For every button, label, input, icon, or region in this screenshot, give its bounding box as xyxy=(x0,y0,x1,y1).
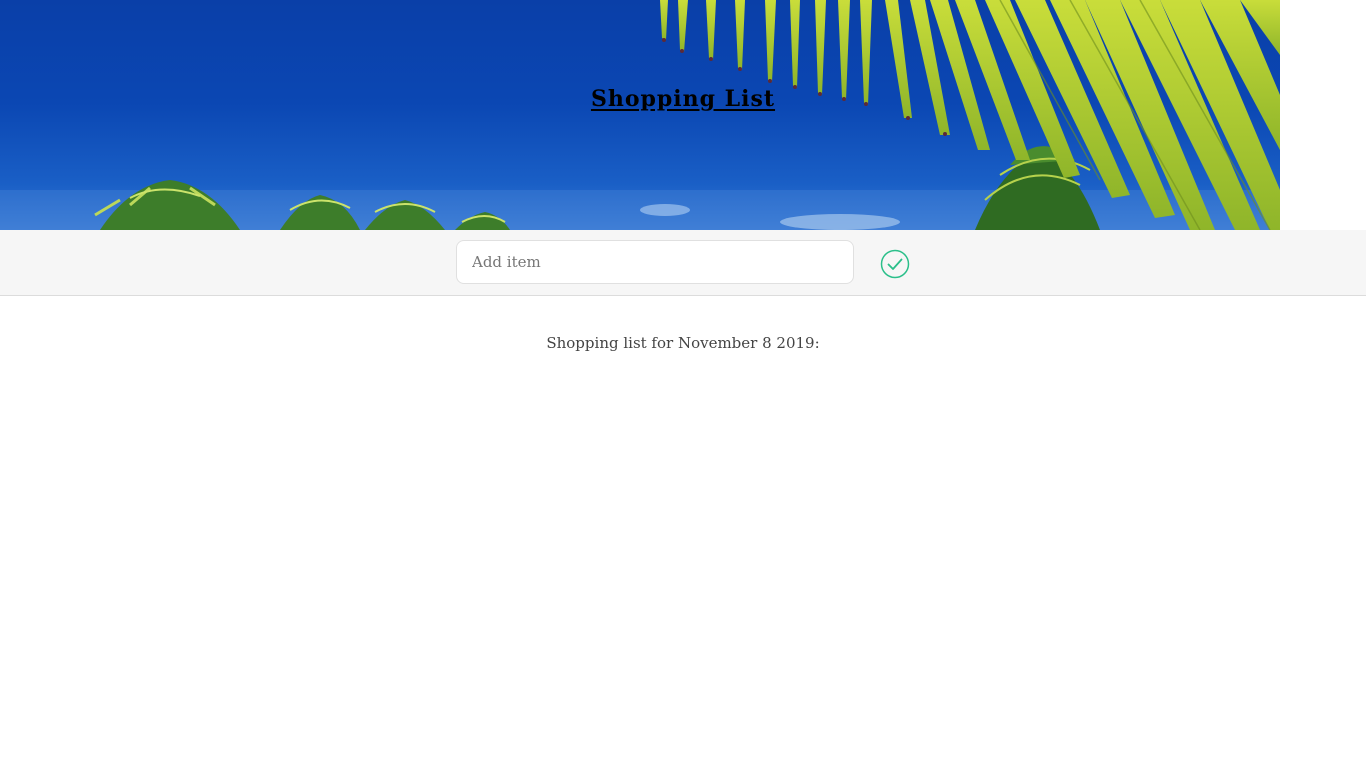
add-item-input[interactable] xyxy=(456,240,854,284)
page-title[interactable]: Shopping List xyxy=(0,86,1366,112)
page: Shopping List Shopping list for November… xyxy=(0,0,1366,768)
banner-edge xyxy=(1280,0,1366,230)
header-banner xyxy=(0,0,1280,230)
add-item-toolbar xyxy=(0,230,1366,296)
check-circle-icon xyxy=(880,249,910,279)
add-item-submit-button[interactable] xyxy=(880,249,910,279)
palm-tree-background-image xyxy=(0,0,1280,230)
shopping-list-heading: Shopping list for November 8 2019: xyxy=(546,334,820,352)
